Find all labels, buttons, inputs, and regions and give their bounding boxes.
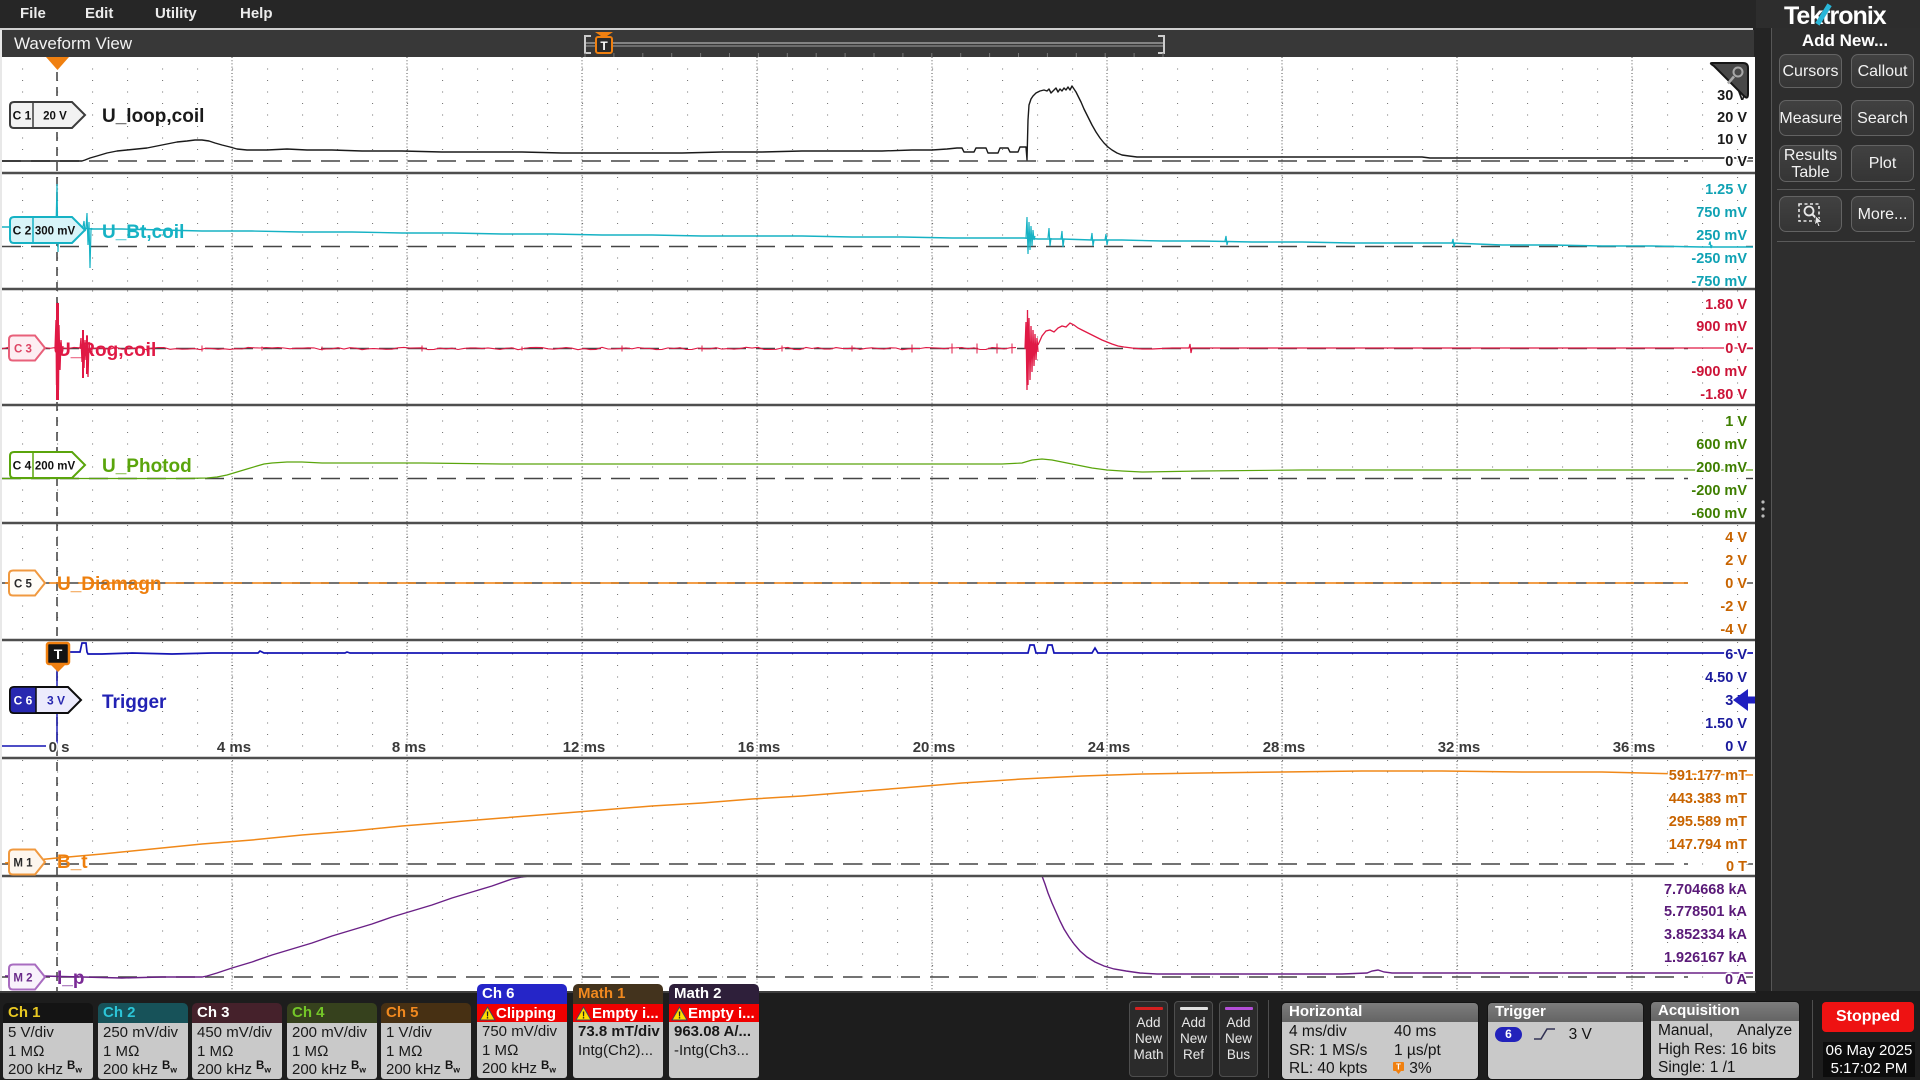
svg-text:T: T xyxy=(600,39,608,53)
svg-text:C 3: C 3 xyxy=(14,344,32,356)
svg-text:8 ms: 8 ms xyxy=(392,739,426,756)
svg-text:I_p: I_p xyxy=(57,968,84,989)
svg-text:20 V: 20 V xyxy=(1717,110,1747,126)
svg-text:147.794 mT: 147.794 mT xyxy=(1669,837,1747,853)
svg-text:-900 mV: -900 mV xyxy=(1691,364,1747,380)
svg-text:20 ms: 20 ms xyxy=(913,739,956,756)
svg-text:-2 V: -2 V xyxy=(1720,599,1747,615)
svg-text:4.50 V: 4.50 V xyxy=(1705,670,1747,686)
svg-text:0 V: 0 V xyxy=(1725,739,1747,755)
svg-text:-200 mV: -200 mV xyxy=(1691,483,1747,499)
svg-text:250 mV: 250 mV xyxy=(1696,228,1747,244)
svg-text:443.383 mT: 443.383 mT xyxy=(1669,791,1747,807)
svg-text:T: T xyxy=(54,646,63,662)
svg-text:16 ms: 16 ms xyxy=(738,739,781,756)
svg-text:U_Rog,coil: U_Rog,coil xyxy=(57,340,156,361)
svg-text:0 A: 0 A xyxy=(1725,972,1748,988)
svg-text:-750 mV: -750 mV xyxy=(1691,274,1747,290)
svg-text:200 mV: 200 mV xyxy=(1696,460,1747,476)
svg-text:4 ms: 4 ms xyxy=(217,739,251,756)
svg-text:M 2: M 2 xyxy=(13,973,32,985)
svg-text:M 1: M 1 xyxy=(13,858,33,870)
svg-text:-4 V: -4 V xyxy=(1720,622,1747,638)
svg-text:591.177 mT: 591.177 mT xyxy=(1669,768,1747,784)
svg-text:1.50 V: 1.50 V xyxy=(1705,716,1747,732)
svg-text:900 mV: 900 mV xyxy=(1696,319,1747,335)
svg-text:20 V: 20 V xyxy=(43,111,67,123)
svg-text:200 mV: 200 mV xyxy=(35,461,76,473)
svg-text:32 ms: 32 ms xyxy=(1438,739,1481,756)
svg-text:U_loop,coil: U_loop,coil xyxy=(102,106,204,127)
svg-text:C 1: C 1 xyxy=(13,109,32,123)
svg-text:U_Bt,coil: U_Bt,coil xyxy=(102,222,184,243)
svg-text:6 V: 6 V xyxy=(1725,647,1747,663)
svg-text:4 V: 4 V xyxy=(1725,530,1747,546)
svg-text:750 mV: 750 mV xyxy=(1696,205,1747,221)
svg-text:1.80 V: 1.80 V xyxy=(1705,297,1747,313)
svg-text:-250 mV: -250 mV xyxy=(1691,251,1747,267)
svg-text:T: T xyxy=(1396,1063,1401,1072)
svg-text:C 5: C 5 xyxy=(14,579,33,591)
svg-text:10 V: 10 V xyxy=(1717,132,1747,148)
svg-text:0 V: 0 V xyxy=(1725,576,1747,592)
svg-text:0 T: 0 T xyxy=(1726,859,1747,875)
svg-text:1 V: 1 V xyxy=(1725,414,1747,430)
svg-text:12 ms: 12 ms xyxy=(563,739,606,756)
svg-text:3 V: 3 V xyxy=(47,694,65,708)
svg-text:U_Diamagn: U_Diamagn xyxy=(57,574,162,595)
svg-text:U_Photod: U_Photod xyxy=(102,456,192,477)
svg-text:1.926167 kA: 1.926167 kA xyxy=(1664,950,1748,966)
svg-text:!: ! xyxy=(678,1010,681,1021)
svg-text:!: ! xyxy=(582,1010,585,1021)
svg-text:B_t: B_t xyxy=(57,852,88,873)
svg-text:0 s: 0 s xyxy=(49,739,70,756)
svg-text:Trigger: Trigger xyxy=(102,692,167,713)
svg-text:7.704668 kA: 7.704668 kA xyxy=(1664,882,1748,898)
svg-text:-600 mV: -600 mV xyxy=(1691,506,1747,522)
svg-text:C 4: C 4 xyxy=(13,459,32,473)
svg-text:5.778501 kA: 5.778501 kA xyxy=(1664,904,1748,920)
svg-text:24 ms: 24 ms xyxy=(1088,739,1131,756)
svg-text:0 V: 0 V xyxy=(1725,341,1747,357)
svg-text:3.852334 kA: 3.852334 kA xyxy=(1664,927,1748,943)
svg-text:300 mV: 300 mV xyxy=(35,226,76,238)
svg-text:28 ms: 28 ms xyxy=(1263,739,1306,756)
svg-text:2 V: 2 V xyxy=(1725,553,1747,569)
svg-text:600 mV: 600 mV xyxy=(1696,437,1747,453)
svg-text:295.589 mT: 295.589 mT xyxy=(1669,814,1747,830)
svg-text:C 6: C 6 xyxy=(14,694,33,708)
svg-text:-1.80 V: -1.80 V xyxy=(1700,387,1747,403)
svg-text:0 V: 0 V xyxy=(1725,154,1747,170)
svg-text:1.25 V: 1.25 V xyxy=(1705,182,1747,198)
svg-text:36 ms: 36 ms xyxy=(1613,739,1656,756)
svg-text:!: ! xyxy=(486,1010,489,1021)
svg-text:C 2: C 2 xyxy=(13,224,32,238)
